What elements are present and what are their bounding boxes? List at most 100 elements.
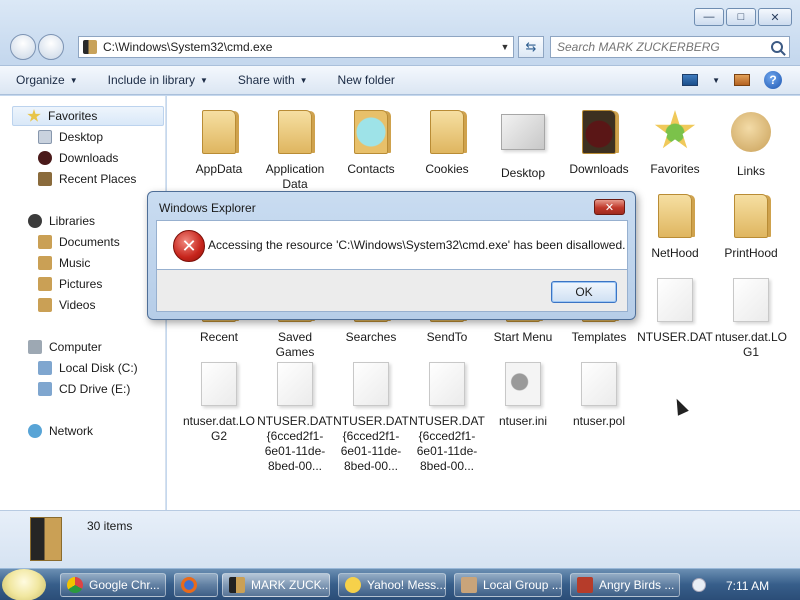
folder-shortcut-icon — [278, 110, 312, 154]
desktop-folder-icon — [501, 114, 545, 150]
change-view-icon[interactable] — [682, 74, 699, 86]
chevron-down-icon[interactable]: ▼ — [497, 42, 513, 52]
file-item[interactable]: NTUSER.DAT{6cced2f1-6e01-11de-8bed-00... — [409, 360, 485, 474]
back-button[interactable] — [10, 34, 36, 60]
chevron-down-icon: ▼ — [69, 75, 78, 85]
close-window-button[interactable]: ✕ — [758, 8, 792, 26]
file-item[interactable]: Contacts — [333, 108, 409, 177]
preview-pane-icon[interactable] — [734, 74, 750, 86]
command-bar: Organize ▼ Include in library ▼ Share with… — [0, 65, 800, 95]
nav-documents[interactable]: Documents — [38, 232, 120, 252]
file-icon — [657, 278, 693, 322]
item-count: 30 items — [87, 519, 133, 533]
nav-label: Music — [59, 256, 91, 270]
refresh-button[interactable]: ⇆ — [518, 36, 544, 58]
search-box[interactable] — [550, 36, 790, 58]
file-label: Application Data — [265, 162, 325, 191]
chevron-down-icon[interactable]: ▼ — [712, 76, 720, 85]
file-item[interactable]: Links — [713, 108, 789, 179]
file-icon — [733, 278, 769, 322]
taskbar-label: Local Group ... — [483, 578, 562, 592]
file-item[interactable]: PrintHood — [713, 192, 789, 261]
file-item[interactable]: Cookies — [409, 108, 485, 177]
documents-icon — [38, 235, 52, 249]
taskbar-explorer[interactable]: MARK ZUCK... — [222, 573, 330, 597]
file-label: SendTo — [426, 330, 468, 344]
file-item[interactable]: NTUSER.DAT — [637, 276, 713, 345]
file-item[interactable]: NTUSER.DAT{6cced2f1-6e01-11de-8bed-00... — [333, 360, 409, 474]
links-folder-icon — [731, 112, 771, 152]
nav-downloads[interactable]: Downloads — [38, 148, 118, 168]
taskbar-local-group[interactable]: Local Group ... — [454, 573, 562, 597]
nav-label: CD Drive (E:) — [59, 382, 131, 396]
share-with-menu[interactable]: Share with ▼ — [238, 73, 308, 87]
nav-network[interactable]: Network — [28, 421, 93, 441]
nav-music[interactable]: Music — [38, 253, 90, 273]
recent-places-icon — [38, 172, 52, 186]
nav-pictures[interactable]: Pictures — [38, 274, 102, 294]
file-label: Searches — [345, 330, 397, 344]
nav-computer[interactable]: Computer — [28, 337, 102, 357]
file-icon — [429, 362, 465, 406]
minimize-button[interactable]: — — [694, 8, 724, 26]
taskbar-chrome[interactable]: Google Chr... — [60, 573, 166, 597]
file-item[interactable]: ntuser.ini — [485, 360, 561, 429]
error-icon: ✕ — [173, 230, 205, 262]
file-item[interactable]: ntuser.dat.LOG2 — [181, 360, 257, 444]
new-folder-button[interactable]: New folder — [338, 73, 395, 87]
file-item[interactable]: AppData — [181, 108, 257, 177]
file-item[interactable]: Desktop — [485, 108, 561, 181]
search-input[interactable] — [557, 40, 771, 54]
maximize-button[interactable]: □ — [726, 8, 756, 26]
file-item[interactable]: Application Data — [257, 108, 333, 192]
angry-birds-icon — [577, 577, 593, 593]
nav-favorites[interactable]: Favorites — [12, 106, 164, 126]
nav-label: Computer — [49, 340, 102, 354]
file-item[interactable]: NTUSER.DAT{6cced2f1-6e01-11de-8bed-00... — [257, 360, 333, 474]
firefox-icon — [181, 577, 197, 593]
folder-icon — [202, 110, 236, 154]
clock[interactable]: 7:11 AM — [726, 579, 769, 593]
nav-local-disk[interactable]: Local Disk (C:) — [38, 358, 138, 378]
start-button[interactable] — [2, 569, 46, 600]
help-icon[interactable]: ? — [764, 71, 782, 89]
star-icon — [27, 109, 41, 122]
file-item[interactable]: ntuser.dat.LOG1 — [713, 276, 789, 360]
file-label: NTUSER.DAT — [637, 330, 713, 344]
contacts-folder-icon — [354, 110, 388, 154]
nav-label: Videos — [59, 298, 96, 312]
computer-icon — [28, 340, 42, 354]
nav-recent-places[interactable]: Recent Places — [38, 169, 136, 189]
file-label: ntuser.ini — [498, 414, 548, 428]
address-bar[interactable]: C:\Windows\System32\cmd.exe ▼ — [78, 36, 514, 58]
taskbar-angry-birds[interactable]: Angry Birds ... — [570, 573, 680, 597]
include-in-library-menu[interactable]: Include in library ▼ — [108, 73, 208, 87]
forward-button[interactable] — [38, 34, 64, 60]
nav-label: Network — [49, 424, 94, 438]
nav-desktop[interactable]: Desktop — [38, 127, 103, 147]
tray-icon[interactable] — [692, 578, 706, 592]
organize-menu[interactable]: Organize ▼ — [16, 73, 78, 87]
file-item[interactable]: NetHood — [637, 192, 713, 261]
file-label: Cookies — [425, 162, 469, 176]
nav-videos[interactable]: Videos — [38, 295, 95, 315]
error-dialog: Windows Explorer ✕ ✕ Accessing the resou… — [147, 191, 636, 320]
taskbar-firefox[interactable] — [174, 573, 218, 597]
share-with-label: Share with — [237, 73, 295, 87]
yahoo-messenger-icon — [345, 577, 361, 593]
nav-libraries[interactable]: Libraries — [28, 211, 95, 231]
file-item[interactable]: Favorites — [637, 108, 713, 177]
ok-button[interactable]: OK — [551, 281, 617, 303]
file-label: Favorites — [650, 162, 700, 176]
file-label: NTUSER.DAT{6cced2f1-6e01-11de-8bed-00... — [257, 414, 333, 473]
file-item[interactable]: ntuser.pol — [561, 360, 637, 429]
nav-label: Pictures — [59, 277, 103, 291]
search-icon[interactable] — [771, 41, 783, 53]
nav-label: Libraries — [49, 214, 96, 228]
dialog-close-button[interactable]: ✕ — [594, 199, 625, 215]
file-item[interactable]: Downloads — [561, 108, 637, 177]
nav-cd-drive[interactable]: CD Drive (E:) — [38, 379, 130, 399]
file-label: AppData — [195, 162, 243, 176]
file-icon — [201, 362, 237, 406]
taskbar-yahoo[interactable]: Yahoo! Mess... — [338, 573, 446, 597]
